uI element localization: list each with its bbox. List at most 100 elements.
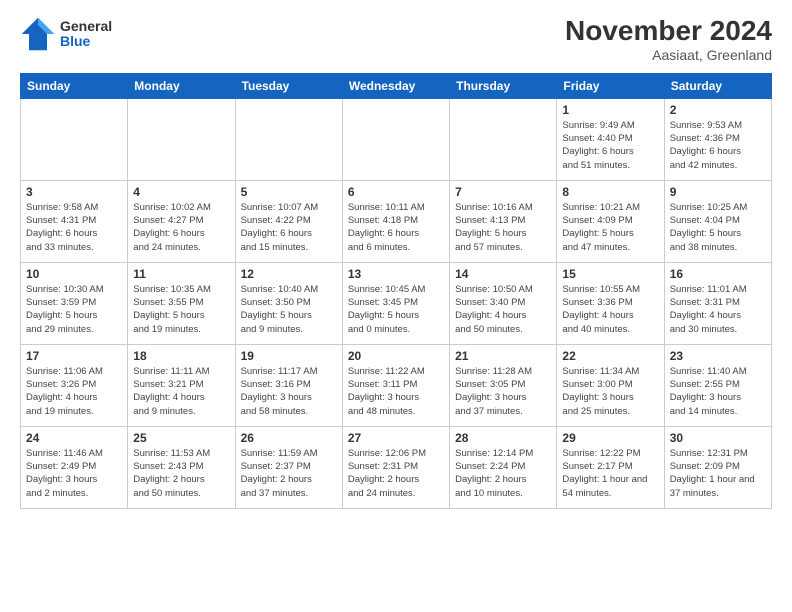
day-number: 27 [348, 431, 444, 445]
day-number: 7 [455, 185, 551, 199]
table-cell: 23 Sunrise: 11:40 AM Sunset: 2:55 PM Dayl… [664, 344, 771, 426]
day-number: 6 [348, 185, 444, 199]
day-info: Sunrise: 11:06 AM Sunset: 3:26 PM Daylig… [26, 365, 122, 418]
day-info: Sunrise: 9:49 AM Sunset: 4:40 PM Dayligh… [562, 119, 658, 172]
day-info: Sunrise: 10:40 AM Sunset: 3:50 PM Daylig… [241, 283, 337, 336]
table-cell: 8Sunrise: 10:21 AM Sunset: 4:09 PM Dayli… [557, 180, 664, 262]
day-info: Sunrise: 11:40 AM Sunset: 2:55 PM Daylig… [670, 365, 766, 418]
col-monday: Monday [128, 73, 235, 98]
day-info: Sunrise: 10:35 AM Sunset: 3:55 PM Daylig… [133, 283, 229, 336]
table-cell: 3 Sunrise: 9:58 AM Sunset: 4:31 PM Daylig… [21, 180, 128, 262]
day-info: Sunrise: 10:02 AM Sunset: 4:27 PM Daylig… [133, 201, 229, 254]
day-info: Sunrise: 11:59 AM Sunset: 2:37 PM Daylig… [241, 447, 337, 500]
day-number: 23 [670, 349, 766, 363]
table-cell: 21 Sunrise: 11:28 AM Sunset: 3:05 PM Dayl… [450, 344, 557, 426]
day-number: 2 [670, 103, 766, 117]
table-cell: 29 Sunrise: 12:22 PM Sunset: 2:17 PM Dayl… [557, 426, 664, 508]
col-tuesday: Tuesday [235, 73, 342, 98]
day-number: 19 [241, 349, 337, 363]
day-info: Sunrise: 9:53 AM Sunset: 4:36 PM Dayligh… [670, 119, 766, 172]
location: Aasiaat, Greenland [565, 47, 772, 63]
table-cell: 25Sunrise: 11:53 AM Sunset: 2:43 PM Dayl… [128, 426, 235, 508]
table-cell: 4 Sunrise: 10:02 AM Sunset: 4:27 PM Dayli… [128, 180, 235, 262]
table-cell: 14Sunrise: 10:50 AM Sunset: 3:40 PM Dayl… [450, 262, 557, 344]
day-info: Sunrise: 10:25 AM Sunset: 4:04 PM Daylig… [670, 201, 766, 254]
table-cell: 15 Sunrise: 10:55 AM Sunset: 3:36 PM Dayl… [557, 262, 664, 344]
day-number: 4 [133, 185, 229, 199]
table-cell: 19 Sunrise: 11:17 AM Sunset: 3:16 PM Dayl… [235, 344, 342, 426]
day-number: 30 [670, 431, 766, 445]
table-cell: 16Sunrise: 11:01 AM Sunset: 3:31 PM Dayl… [664, 262, 771, 344]
table-cell: 9 Sunrise: 10:25 AM Sunset: 4:04 PM Dayli… [664, 180, 771, 262]
table-cell [450, 98, 557, 180]
table-cell: 12 Sunrise: 10:40 AM Sunset: 3:50 PM Dayl… [235, 262, 342, 344]
table-cell: 17 Sunrise: 11:06 AM Sunset: 3:26 PM Dayl… [21, 344, 128, 426]
week-row-5: 24 Sunrise: 11:46 AM Sunset: 2:49 PM Dayl… [21, 426, 772, 508]
day-number: 21 [455, 349, 551, 363]
day-info: Sunrise: 11:17 AM Sunset: 3:16 PM Daylig… [241, 365, 337, 418]
month-title: November 2024 [565, 16, 772, 47]
table-cell: 28 Sunrise: 12:14 PM Sunset: 2:24 PM Dayl… [450, 426, 557, 508]
week-row-1: 1 Sunrise: 9:49 AM Sunset: 4:40 PM Daylig… [21, 98, 772, 180]
day-number: 29 [562, 431, 658, 445]
table-cell [235, 98, 342, 180]
day-info: Sunrise: 10:50 AM Sunset: 3:40 PM Daylig… [455, 283, 551, 336]
week-row-4: 17 Sunrise: 11:06 AM Sunset: 3:26 PM Dayl… [21, 344, 772, 426]
table-cell: 1 Sunrise: 9:49 AM Sunset: 4:40 PM Daylig… [557, 98, 664, 180]
day-number: 11 [133, 267, 229, 281]
day-number: 3 [26, 185, 122, 199]
day-info: Sunrise: 12:14 PM Sunset: 2:24 PM Daylig… [455, 447, 551, 500]
table-cell [21, 98, 128, 180]
day-info: Sunrise: 11:46 AM Sunset: 2:49 PM Daylig… [26, 447, 122, 500]
table-cell: 7 Sunrise: 10:16 AM Sunset: 4:13 PM Dayli… [450, 180, 557, 262]
table-cell: 22 Sunrise: 11:34 AM Sunset: 3:00 PM Dayl… [557, 344, 664, 426]
table-cell: 13Sunrise: 10:45 AM Sunset: 3:45 PM Dayl… [342, 262, 449, 344]
day-info: Sunrise: 11:01 AM Sunset: 3:31 PM Daylig… [670, 283, 766, 336]
day-number: 22 [562, 349, 658, 363]
logo-blue-text: Blue [60, 34, 112, 49]
table-cell: 2 Sunrise: 9:53 AM Sunset: 4:36 PM Daylig… [664, 98, 771, 180]
table-cell: 27 Sunrise: 12:06 PM Sunset: 2:31 PM Dayl… [342, 426, 449, 508]
day-number: 5 [241, 185, 337, 199]
table-cell: 6Sunrise: 10:11 AM Sunset: 4:18 PM Dayli… [342, 180, 449, 262]
logo: General Blue [20, 16, 112, 52]
day-info: Sunrise: 11:11 AM Sunset: 3:21 PM Daylig… [133, 365, 229, 418]
day-number: 20 [348, 349, 444, 363]
col-friday: Friday [557, 73, 664, 98]
day-number: 1 [562, 103, 658, 117]
table-cell: 5 Sunrise: 10:07 AM Sunset: 4:22 PM Dayli… [235, 180, 342, 262]
day-info: Sunrise: 12:31 PM Sunset: 2:09 PM Daylig… [670, 447, 766, 500]
week-row-3: 10Sunrise: 10:30 AM Sunset: 3:59 PM Dayl… [21, 262, 772, 344]
logo-general-text: General [60, 19, 112, 34]
day-number: 17 [26, 349, 122, 363]
day-info: Sunrise: 12:22 PM Sunset: 2:17 PM Daylig… [562, 447, 658, 500]
day-info: Sunrise: 12:06 PM Sunset: 2:31 PM Daylig… [348, 447, 444, 500]
header: General Blue November 2024 Aasiaat, Gree… [20, 16, 772, 63]
table-cell: 10Sunrise: 10:30 AM Sunset: 3:59 PM Dayl… [21, 262, 128, 344]
col-sunday: Sunday [21, 73, 128, 98]
day-info: Sunrise: 10:16 AM Sunset: 4:13 PM Daylig… [455, 201, 551, 254]
col-thursday: Thursday [450, 73, 557, 98]
day-number: 15 [562, 267, 658, 281]
calendar: Sunday Monday Tuesday Wednesday Thursday… [20, 73, 772, 509]
day-info: Sunrise: 9:58 AM Sunset: 4:31 PM Dayligh… [26, 201, 122, 254]
day-info: Sunrise: 10:07 AM Sunset: 4:22 PM Daylig… [241, 201, 337, 254]
day-number: 12 [241, 267, 337, 281]
day-number: 28 [455, 431, 551, 445]
day-number: 26 [241, 431, 337, 445]
table-cell: 18Sunrise: 11:11 AM Sunset: 3:21 PM Dayl… [128, 344, 235, 426]
day-number: 24 [26, 431, 122, 445]
day-number: 9 [670, 185, 766, 199]
day-info: Sunrise: 11:34 AM Sunset: 3:00 PM Daylig… [562, 365, 658, 418]
calendar-header-row: Sunday Monday Tuesday Wednesday Thursday… [21, 73, 772, 98]
col-wednesday: Wednesday [342, 73, 449, 98]
day-number: 8 [562, 185, 658, 199]
day-info: Sunrise: 10:55 AM Sunset: 3:36 PM Daylig… [562, 283, 658, 336]
table-cell [128, 98, 235, 180]
day-info: Sunrise: 10:30 AM Sunset: 3:59 PM Daylig… [26, 283, 122, 336]
day-info: Sunrise: 11:28 AM Sunset: 3:05 PM Daylig… [455, 365, 551, 418]
day-number: 25 [133, 431, 229, 445]
page: General Blue November 2024 Aasiaat, Gree… [0, 0, 792, 612]
table-cell: 11 Sunrise: 10:35 AM Sunset: 3:55 PM Dayl… [128, 262, 235, 344]
day-number: 13 [348, 267, 444, 281]
